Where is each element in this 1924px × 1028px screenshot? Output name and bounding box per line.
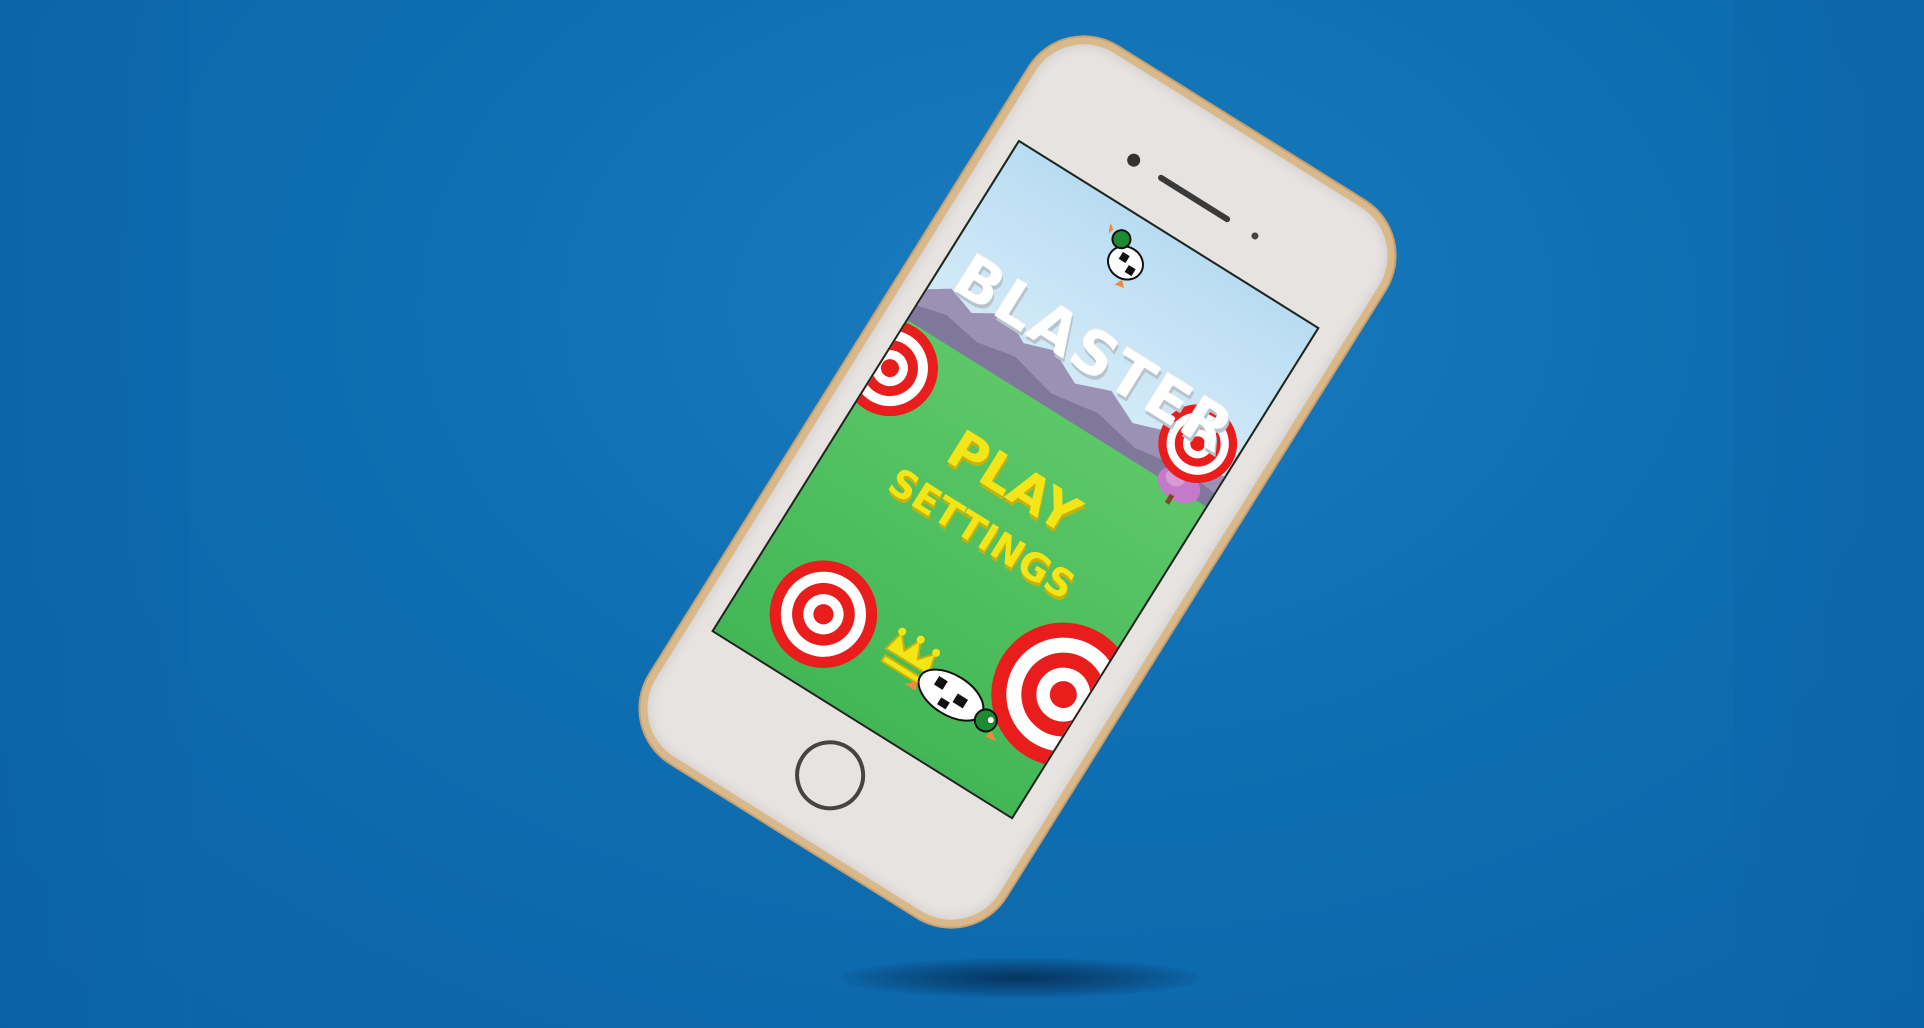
- proximity-sensor: [1250, 231, 1260, 241]
- home-button[interactable]: [781, 727, 879, 824]
- backdrop-right-band: [1734, 0, 1924, 1028]
- phone-shadow: [840, 958, 1200, 998]
- earpiece-speaker: [1156, 173, 1232, 224]
- front-camera: [1124, 151, 1143, 170]
- backdrop-left-band: [0, 0, 190, 1028]
